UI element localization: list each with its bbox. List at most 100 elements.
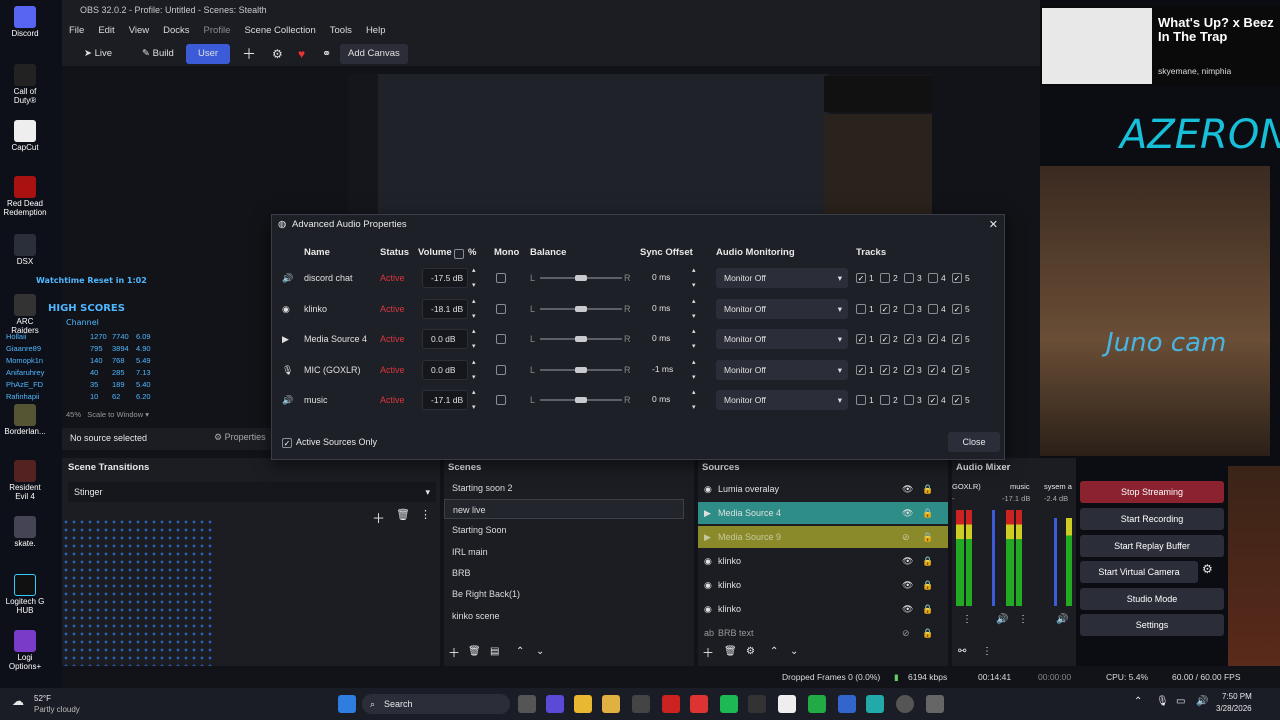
file-explorer-icon[interactable] [602,695,620,713]
more-icon[interactable]: ⋮ [420,508,431,521]
lock-icon[interactable]: 🔒 [922,622,933,644]
scene-item-selected[interactable]: new live [444,499,684,519]
volume-input[interactable]: -17.1 dB [422,390,468,410]
desktop-icon-skate[interactable]: skate. [2,516,48,549]
track-checkbox[interactable]: ✓ [928,364,938,375]
window-titlebar[interactable]: OBS 32.0.2 - Profile: Untitled - Scenes:… [62,0,1040,20]
settings-app-icon[interactable] [926,695,944,713]
track-checkbox[interactable]: ✓ [904,364,914,375]
desktop-icon-capcut[interactable]: CapCut [2,120,48,153]
track-checkbox[interactable] [856,303,866,314]
windows-start-icon[interactable] [338,695,356,713]
track-checkbox[interactable]: ✓ [880,364,890,375]
menu-scene-collection[interactable]: Scene Collection [237,20,322,42]
track-checkbox[interactable]: ✓ [952,395,962,405]
live-button[interactable]: ➤ Live [76,44,120,64]
menu-view[interactable]: View [122,20,156,42]
balance-slider[interactable] [575,305,587,312]
document-icon[interactable] [778,695,796,713]
heart-icon[interactable]: ♥ [294,44,309,64]
menu-tools[interactable]: Tools [323,20,359,42]
mono-checkbox[interactable] [496,273,506,283]
track-checkbox[interactable]: ✓ [856,364,866,375]
mixer-link-icon[interactable]: ⚯ [958,646,966,657]
track-checkbox[interactable]: ✓ [952,303,962,314]
track-checkbox[interactable] [928,303,938,314]
menu-profile[interactable]: Profile [197,20,238,42]
source-item[interactable]: ◉ klinko 👁 🔒 [698,574,948,596]
obs-icon[interactable] [896,695,914,713]
track-checkbox[interactable] [904,395,914,405]
properties-button[interactable]: ⚙ Properties [214,432,266,443]
monitoring-select[interactable]: Monitor Off ▾ [716,268,848,288]
eye-off-icon[interactable]: ⊘ [902,622,910,644]
track-checkbox[interactable]: ✓ [856,273,866,283]
scene-item[interactable]: Starting soon 2 [444,478,684,498]
scene-item[interactable]: Be Right Back(1) [444,584,684,604]
desktop-icon-dsx[interactable]: DSX [2,234,48,267]
more-icon[interactable]: ⋮ [962,614,972,625]
track-checkbox[interactable]: ✓ [904,334,914,344]
close-button[interactable]: Close [948,432,1000,452]
settings-button[interactable]: Settings [1080,614,1224,636]
track-checkbox[interactable] [904,303,914,314]
lock-icon[interactable]: 🔒 [922,502,933,524]
chrome-icon[interactable] [574,695,592,713]
volume-input[interactable]: -18.1 dB [422,298,468,319]
studio-mode-button[interactable]: Studio Mode [1080,588,1224,610]
gear-icon[interactable]: ⚙ [1202,562,1213,576]
sync-stepper[interactable]: ▴ ▾ [692,385,696,415]
track-checkbox[interactable]: ✓ [952,273,962,283]
desktop-icon-rdr[interactable]: Red Dead Redemption [2,176,48,218]
link-icon[interactable]: ⚭ [318,44,335,64]
track-checkbox[interactable]: ✓ [880,303,890,314]
monitoring-select[interactable]: Monitor Off ▾ [716,329,848,349]
eye-off-icon[interactable]: ⊘ [902,526,910,548]
trash-icon[interactable]: 🗑 [396,508,410,521]
volume-slider[interactable] [992,510,995,606]
eye-icon[interactable]: 👁 [902,550,913,572]
network-icon[interactable]: ▭ [1176,696,1185,707]
volume-stepper[interactable]: ▴ ▾ [472,263,476,293]
volume-stepper[interactable]: ▴ ▾ [472,294,476,324]
microphone-icon[interactable]: 🎙 [1156,696,1169,707]
store-icon[interactable] [632,695,650,713]
source-item[interactable]: ◉ klinko 👁 🔒 [698,550,948,572]
balance-slider[interactable] [575,336,587,342]
clock-date[interactable]: 3/28/2026 [1216,704,1252,713]
monitoring-select[interactable]: Monitor Off ▾ [716,390,848,410]
gear-icon[interactable]: ⚙ [268,44,287,64]
scene-item[interactable]: kinko scene [444,606,684,626]
netflix-icon[interactable] [748,695,766,713]
desktop-icon-re4[interactable]: Resident Evil 4 [2,460,48,502]
track-checkbox[interactable] [904,273,914,283]
volume-input[interactable]: 0.0 dB [422,359,468,380]
desktop-icon-discord[interactable]: Discord [2,6,48,39]
sync-stepper[interactable]: ▴ ▾ [692,294,696,324]
move-down-icon[interactable]: ⌄ [790,646,798,657]
sync-stepper[interactable]: ▴ ▾ [692,324,696,354]
volume-input[interactable]: -17.5 dB [422,268,468,288]
scene-item[interactable]: IRL main [444,542,684,562]
copilot-icon[interactable] [546,695,564,713]
lock-icon[interactable]: 🔒 [922,574,933,596]
edge-icon[interactable] [866,695,884,713]
volume-icon[interactable]: 🔊 [1196,696,1208,707]
source-item-selected[interactable]: ▶ Media Source 4 👁 🔒 [698,502,948,524]
mono-checkbox[interactable] [496,334,506,344]
volume-stepper[interactable]: ▴ ▾ [472,355,476,385]
move-up-icon[interactable]: ⌃ [770,646,778,657]
spotify-icon[interactable] [720,695,738,713]
preview-canvas[interactable] [348,74,932,214]
track-checkbox[interactable]: ✓ [928,395,938,405]
menu-edit[interactable]: Edit [91,20,121,42]
start-virtual-camera-button[interactable]: Start Virtual Camera [1080,561,1198,583]
source-item[interactable]: ◉ Lumia overalay 👁 🔒 [698,478,948,500]
balance-slider[interactable] [575,275,587,281]
gear-icon[interactable]: ⚙ [746,646,755,657]
add-scene-icon[interactable]: ＋ [448,644,460,661]
eye-icon[interactable]: 👁 [902,502,913,524]
track-checkbox[interactable]: ✓ [952,334,962,344]
track-checkbox[interactable] [856,395,866,405]
user-button[interactable]: User [186,44,230,64]
